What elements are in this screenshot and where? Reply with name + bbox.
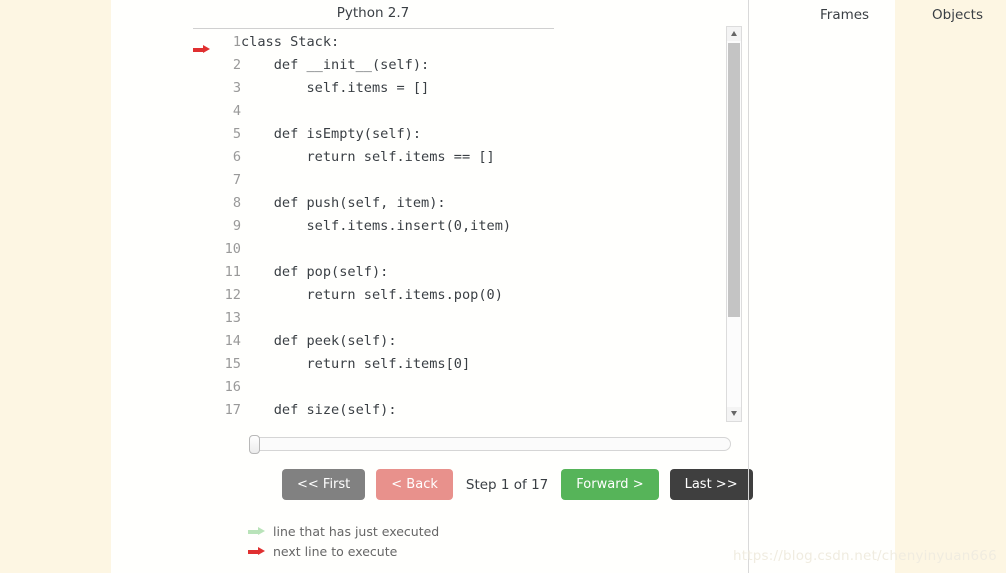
code-line-number: 1 [215,31,241,54]
code-line-arrow-cell [189,261,215,284]
code-line-text: def peek(self): [241,330,511,353]
code-scrollbar[interactable] [726,26,742,422]
code-line-number: 3 [215,77,241,100]
code-line-row[interactable]: 16 [189,376,511,399]
code-line-text: return self.items.pop(0) [241,284,511,307]
forward-button[interactable]: Forward > [561,469,658,500]
code-line-text: def isEmpty(self): [241,123,511,146]
code-pane: Python 2.7 1class Stack:2 def __init__(s… [111,0,748,573]
code-line-row[interactable]: 8 def push(self, item): [189,192,511,215]
legend-row-executed: line that has just executed [248,521,439,541]
watermark-text: https://blog.csdn.net/chenyinyuan666 [733,548,997,564]
code-line-number: 15 [215,353,241,376]
code-line-text [241,307,511,330]
scrollbar-thumb[interactable] [728,43,740,317]
code-line-number: 11 [215,261,241,284]
step-counter-label: Step 1 of 17 [453,477,561,493]
objects-header: Objects [932,7,983,23]
code-line-arrow-cell [189,31,215,54]
code-line-arrow-cell [189,77,215,100]
legend-executed-label: line that has just executed [273,524,439,539]
code-line-arrow-cell [189,353,215,376]
code-line-row[interactable]: 9 self.items.insert(0,item) [189,215,511,238]
code-line-number: 5 [215,123,241,146]
code-line-row[interactable]: 3 self.items = [] [189,77,511,100]
code-line-number: 13 [215,307,241,330]
code-viewport[interactable]: 1class Stack:2 def __init__(self):3 self… [189,31,621,426]
code-line-number: 12 [215,284,241,307]
code-line-text: self.items.insert(0,item) [241,215,511,238]
code-line-text [241,169,511,192]
title-divider [193,28,554,29]
code-line-row[interactable]: 7 [189,169,511,192]
code-line-number: 16 [215,376,241,399]
code-line-row[interactable]: 12 return self.items.pop(0) [189,284,511,307]
code-line-text [241,238,511,261]
code-line-row[interactable]: 5 def isEmpty(self): [189,123,511,146]
code-line-text: def push(self, item): [241,192,511,215]
code-line-row[interactable]: 17 def size(self): [189,399,511,422]
code-line-arrow-cell [189,100,215,123]
code-line-text: self.items = [] [241,77,511,100]
first-button[interactable]: << First [282,469,365,500]
playback-controls: << First < Back Step 1 of 17 Forward > L… [282,469,753,500]
code-line-arrow-cell [189,399,215,422]
code-line-number: 14 [215,330,241,353]
frames-header: Frames [820,7,869,23]
code-line-text: class Stack: [241,31,511,54]
code-line-arrow-cell [189,192,215,215]
code-line-row[interactable]: 4 [189,100,511,123]
step-slider[interactable] [249,437,731,451]
back-button[interactable]: < Back [376,469,453,500]
next-line-arrow-icon [193,45,210,53]
code-line-text: return self.items == [] [241,146,511,169]
legend-next-label: next line to execute [273,544,397,559]
code-line-arrow-cell [189,376,215,399]
code-line-number: 2 [215,54,241,77]
code-line-arrow-cell [189,284,215,307]
code-line-row[interactable]: 2 def __init__(self): [189,54,511,77]
code-line-number: 8 [215,192,241,215]
code-line-row[interactable]: 11 def pop(self): [189,261,511,284]
code-line-arrow-cell [189,215,215,238]
legend-row-next: next line to execute [248,541,439,561]
code-line-text: return self.items[0] [241,353,511,376]
code-line-number: 6 [215,146,241,169]
code-line-row[interactable]: 1class Stack: [189,31,511,54]
code-line-arrow-cell [189,146,215,169]
code-line-number: 9 [215,215,241,238]
scroll-up-arrow-icon[interactable] [727,27,741,41]
data-pane: Frames Objects [749,0,895,573]
code-line-number: 17 [215,399,241,422]
code-line-row[interactable]: 15 return self.items[0] [189,353,511,376]
code-line-text: def size(self): [241,399,511,422]
app-canvas: Python 2.7 1class Stack:2 def __init__(s… [111,0,895,573]
code-line-row[interactable]: 13 [189,307,511,330]
code-line-text [241,376,511,399]
code-line-arrow-cell [189,54,215,77]
code-line-arrow-cell [189,330,215,353]
code-line-arrow-cell [189,123,215,146]
last-button[interactable]: Last >> [670,469,753,500]
code-line-row[interactable]: 10 [189,238,511,261]
code-line-text [241,100,511,123]
language-title: Python 2.7 [193,5,553,21]
scroll-down-arrow-icon[interactable] [727,407,741,421]
code-line-row[interactable]: 14 def peek(self): [189,330,511,353]
executed-line-arrow-icon [248,527,265,535]
next-line-arrow-icon [248,547,265,555]
code-line-arrow-cell [189,238,215,261]
step-slider-handle[interactable] [249,435,260,454]
code-line-number: 7 [215,169,241,192]
code-line-row[interactable]: 6 return self.items == [] [189,146,511,169]
code-line-arrow-cell [189,169,215,192]
code-listing: 1class Stack:2 def __init__(self):3 self… [189,31,511,422]
code-line-text: def pop(self): [241,261,511,284]
code-line-arrow-cell [189,307,215,330]
code-line-number: 4 [215,100,241,123]
arrow-legend: line that has just executed next line to… [248,521,439,561]
code-line-text: def __init__(self): [241,54,511,77]
code-line-number: 10 [215,238,241,261]
